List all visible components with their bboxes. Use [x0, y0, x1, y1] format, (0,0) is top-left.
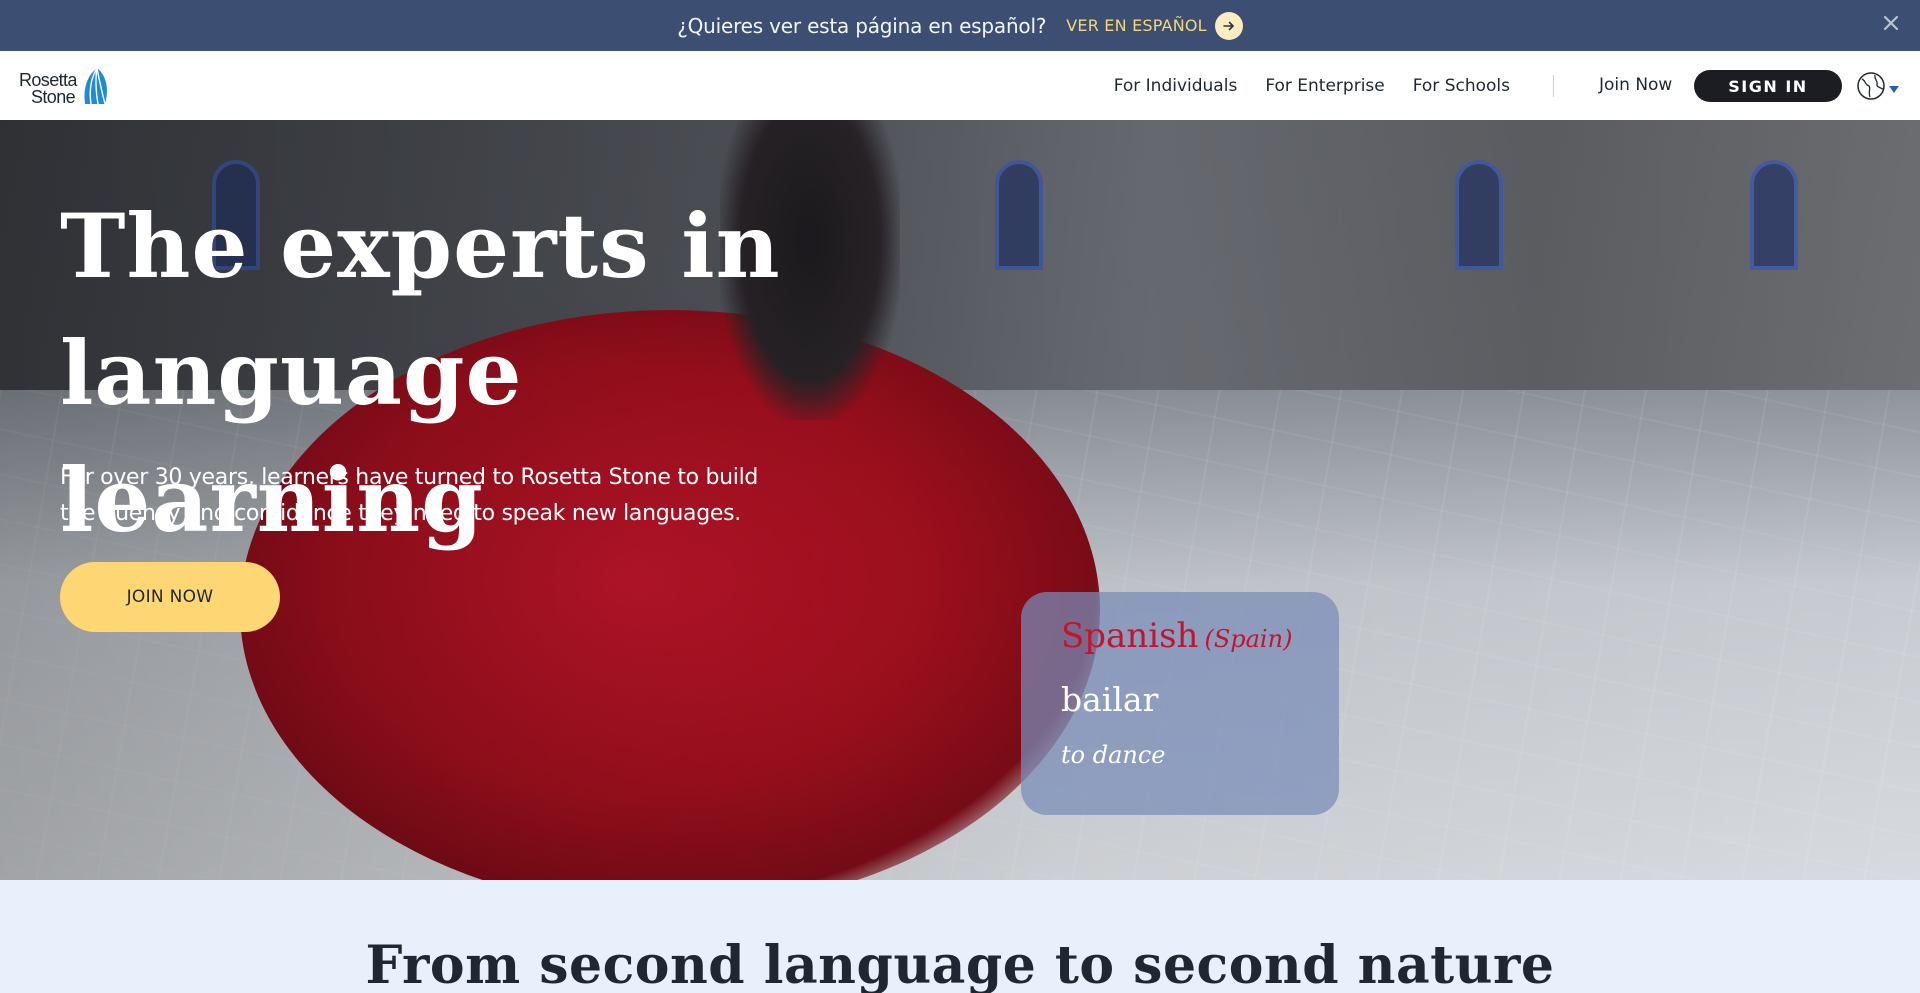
- logo-wordmark: Rosetta Stone: [19, 71, 77, 107]
- nav-divider: [1553, 75, 1554, 97]
- nav-links: For Individuals For Enterprise For Schoo…: [1086, 51, 1510, 120]
- globe-icon: [1856, 71, 1886, 105]
- view-in-spanish-label: VER EN ESPAÑOL: [1066, 16, 1207, 35]
- join-now-link[interactable]: Join Now: [1599, 75, 1672, 95]
- word-card-word: bailar: [1061, 680, 1159, 719]
- section-title: From second language to second nature: [365, 935, 1555, 993]
- sign-in-button[interactable]: SIGN IN: [1694, 70, 1842, 102]
- join-now-button[interactable]: JOIN NOW: [60, 562, 280, 632]
- nav-for-individuals[interactable]: For Individuals: [1114, 76, 1238, 96]
- rosetta-stone-logo[interactable]: Rosetta Stone: [19, 66, 111, 112]
- rosetta-stone-logo-icon: [79, 66, 111, 112]
- logo-line2: Stone: [31, 87, 76, 107]
- word-card-variant: (Spain): [1204, 625, 1293, 653]
- word-card-translation: to dance: [1061, 741, 1166, 769]
- word-card-language-row: Spanish (Spain): [1061, 616, 1299, 656]
- hero-title-line1: The experts in: [60, 194, 781, 298]
- language-banner-prompt: ¿Quieres ver esta página en español?: [677, 13, 1047, 38]
- nav-for-enterprise[interactable]: For Enterprise: [1265, 76, 1384, 96]
- word-card-language: Spanish: [1061, 616, 1199, 656]
- language-selector[interactable]: [1856, 71, 1899, 105]
- main-nav: Rosetta Stone For Individuals For Enterp…: [0, 51, 1920, 120]
- view-in-spanish-link[interactable]: VER EN ESPAÑOL: [1066, 11, 1243, 40]
- arrow-right-icon: [1214, 11, 1243, 40]
- word-card: Spanish (Spain) bailar to dance: [1021, 592, 1339, 815]
- language-banner: ¿Quieres ver esta página en español? VER…: [0, 0, 1920, 51]
- nav-for-schools[interactable]: For Schools: [1413, 76, 1510, 96]
- hero-section: The experts in language learning For ove…: [0, 120, 1920, 880]
- close-icon: [1883, 15, 1899, 35]
- close-banner-button[interactable]: [1878, 12, 1904, 38]
- chevron-down-icon: [1889, 79, 1899, 98]
- hero-subtitle: For over 30 years, learners have turned …: [60, 465, 759, 526]
